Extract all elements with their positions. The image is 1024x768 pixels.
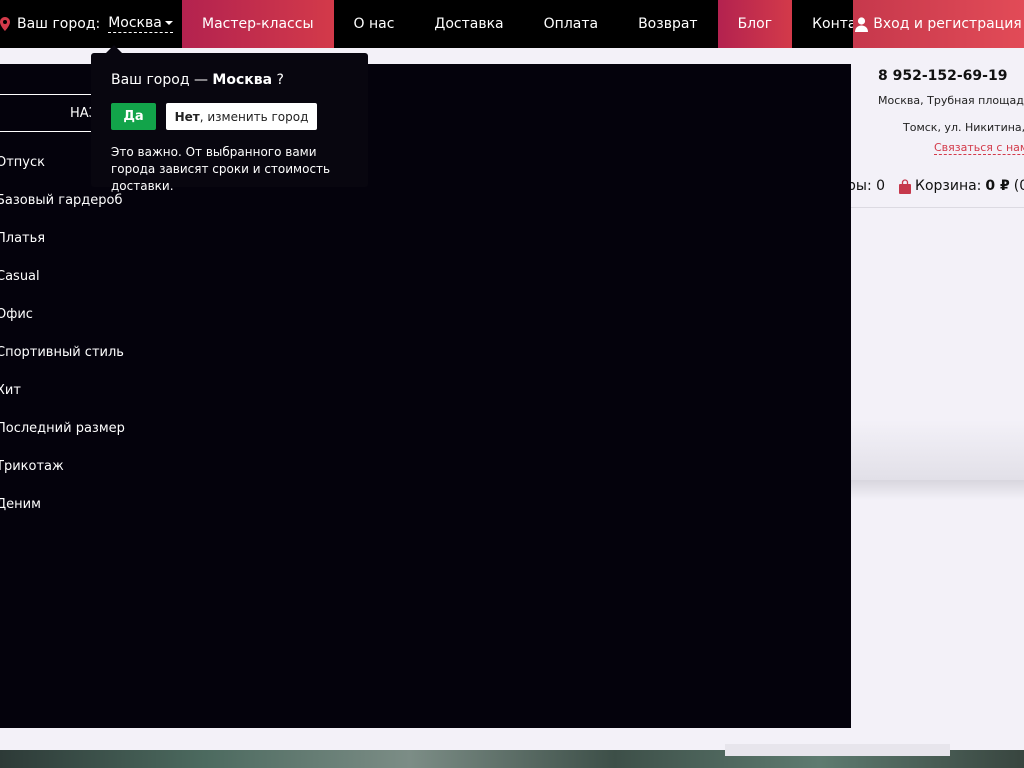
nav-item-about[interactable]: О нас [334, 0, 415, 48]
city-label-text: Ваш город: [17, 16, 101, 32]
shopping-bag-icon [899, 178, 912, 194]
map-pin-icon [0, 17, 10, 31]
city-value-text: Москва [108, 15, 162, 31]
background-fade [851, 420, 1024, 480]
cart-label[interactable]: Корзина: [915, 178, 981, 194]
popup-title-suffix: ? [276, 72, 284, 88]
city-confirm-popup: Ваш город — Москва ? Да Нет, изменить го… [91, 53, 368, 193]
address-moscow: Москва, Трубная площадь, 2 [878, 94, 1024, 107]
popup-arrow [106, 45, 122, 53]
nav-item-payment[interactable]: Оплата [524, 0, 618, 48]
change-city-rest: , изменить город [199, 109, 309, 124]
contact-us-link[interactable]: Связаться с нами [934, 141, 1024, 155]
category-item-hit[interactable]: Хит [0, 383, 125, 421]
category-item-dresses[interactable]: Платья [0, 231, 125, 269]
change-city-button[interactable]: Нет, изменить город [166, 103, 317, 130]
popup-note: Это важно. От выбранного вами города зав… [111, 145, 331, 193]
divider [851, 207, 1024, 208]
category-item-casual[interactable]: Casual [0, 269, 125, 307]
header-counters: ры: 0 Корзина: 0 ₽ (0) [847, 178, 1024, 194]
confirm-city-button[interactable]: Да [111, 103, 156, 130]
login-label: Вход и регистрация [873, 16, 1022, 32]
category-item-sport-style[interactable]: Спортивный стиль [0, 345, 125, 383]
nav-item-delivery[interactable]: Доставка [414, 0, 523, 48]
address-tomsk: Томск, ул. Никитина, 99 [903, 121, 1024, 134]
city-dropdown[interactable]: Москва [108, 15, 173, 33]
cart-count: (0) [1013, 178, 1024, 194]
change-city-no: Нет [174, 109, 200, 124]
category-item-knitwear[interactable]: Трикотаж [0, 459, 125, 497]
favorites-counter[interactable]: ры: 0 [847, 178, 885, 194]
nav-item-blog[interactable]: Блог [717, 0, 793, 48]
nav-item-returns[interactable]: Возврат [618, 0, 718, 48]
contact-info-panel: 8 952-152-69-19 Москва, Трубная площадь,… [847, 48, 1024, 208]
login-button[interactable]: Вход и регистрация [853, 0, 1024, 48]
popup-title-prefix: Ваш город — [111, 72, 208, 88]
category-item-denim[interactable]: Деним [0, 497, 125, 535]
category-item-last-size[interactable]: Последний размер [0, 421, 125, 459]
popup-title: Ваш город — Москва ? [111, 72, 284, 88]
city-selector: Ваш город: Москва [0, 0, 173, 48]
main-nav: Мастер-классы О нас Доставка Оплата Возв… [182, 0, 904, 48]
phone-number[interactable]: 8 952-152-69-19 [878, 68, 1007, 84]
cart-sum: 0 ₽ [985, 178, 1010, 194]
nav-item-master-classes[interactable]: Мастер-классы [182, 0, 334, 48]
background-shadow [851, 480, 1024, 500]
category-list: Отпуск Базовый гардероб Платья Casual Оф… [0, 155, 125, 535]
chevron-down-icon [164, 21, 173, 25]
category-item-office[interactable]: Офис [0, 307, 125, 345]
user-icon [855, 16, 869, 32]
top-bar: Ваш город: Москва Мастер-классы О нас До… [0, 0, 1024, 48]
banner-card [725, 744, 950, 756]
category-item-basic-wardrobe[interactable]: Базовый гардероб [0, 193, 125, 231]
popup-city: Москва [212, 72, 273, 88]
